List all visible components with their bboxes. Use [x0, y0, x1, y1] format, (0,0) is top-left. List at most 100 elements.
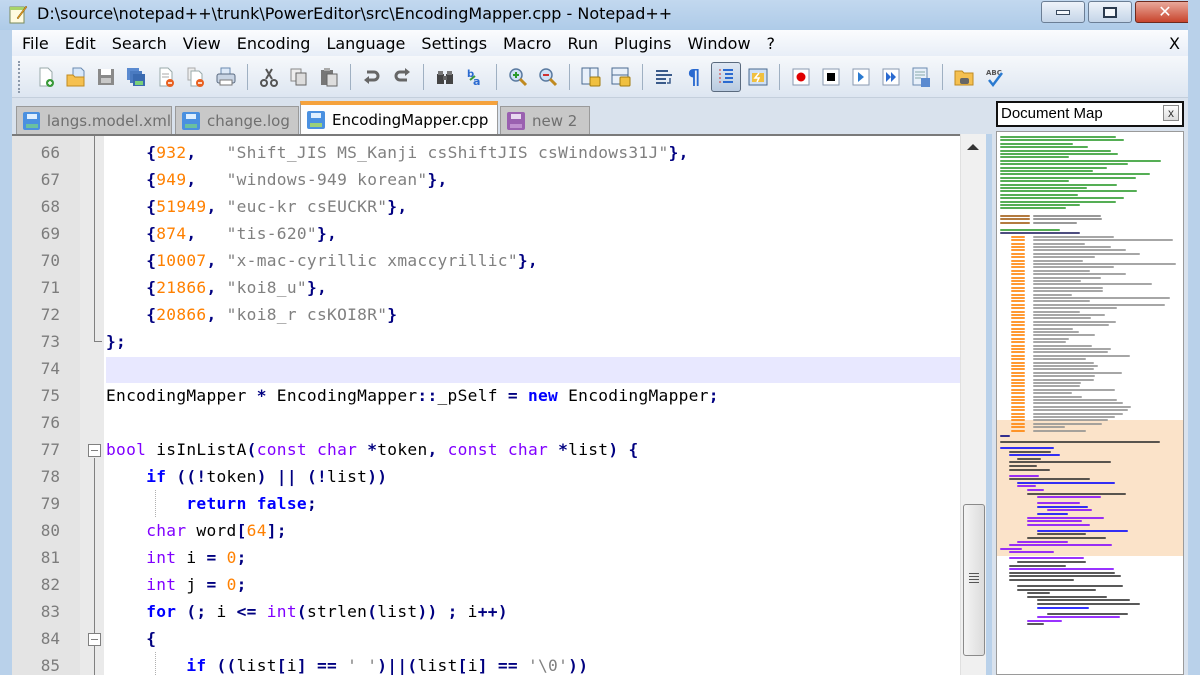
minimap-line: [1000, 193, 1079, 196]
menu-view[interactable]: View: [175, 34, 229, 53]
code-line[interactable]: 66 {932, "Shift_JIS MS_Kanji csShiftJIS …: [12, 139, 960, 166]
minimap-line: [1011, 388, 1025, 391]
indent-guide-icon: [719, 68, 733, 85]
document-map-preview[interactable]: [996, 131, 1184, 675]
minimap-line: [1011, 273, 1025, 276]
cut-button[interactable]: [256, 64, 282, 90]
tab-langs-model-xml[interactable]: langs.model.xml: [16, 106, 172, 134]
fold-toggle-icon[interactable]: [88, 444, 101, 457]
menu-plugins[interactable]: Plugins: [606, 34, 679, 53]
udl-button[interactable]: [745, 64, 771, 90]
fold-toggle-icon[interactable]: [88, 633, 101, 646]
menu-run[interactable]: Run: [559, 34, 606, 53]
scrollbar-thumb[interactable]: [963, 504, 985, 656]
macro-record-button[interactable]: [788, 64, 814, 90]
menu-file[interactable]: File: [12, 34, 57, 53]
menu-window[interactable]: Window: [679, 34, 758, 53]
menu-macro[interactable]: Macro: [495, 34, 559, 53]
minimap-line: [1011, 365, 1025, 367]
menu-search[interactable]: Search: [104, 34, 175, 53]
show-all-chars-button[interactable]: ¶: [681, 64, 707, 90]
minimap-line: [1037, 606, 1089, 609]
code-token: ): [256, 467, 267, 486]
sync-vertical-button[interactable]: [578, 64, 604, 90]
line-number: 82: [40, 575, 60, 594]
thumb-grip-icon: [969, 573, 979, 585]
code-line[interactable]: 73};: [12, 328, 960, 355]
undo-button[interactable]: [359, 64, 385, 90]
code-line[interactable]: 74: [12, 355, 960, 383]
code-line[interactable]: 81 int i = 0;: [12, 544, 960, 571]
minimap-line: [1011, 290, 1025, 293]
code-line[interactable]: 77 bool isInListA(const char *token, cons…: [12, 436, 960, 463]
save-button[interactable]: [93, 64, 119, 90]
code-lines[interactable]: 66 {932, "Shift_JIS MS_Kanji csShiftJIS …: [12, 139, 960, 675]
close-all-button[interactable]: [183, 64, 209, 90]
code-line[interactable]: 76: [12, 409, 960, 436]
minimize-icon: [1056, 9, 1070, 15]
copy-button[interactable]: [286, 64, 312, 90]
vertical-scrollbar[interactable]: [960, 134, 986, 675]
find-button[interactable]: [432, 64, 458, 90]
replace-button[interactable]: ba: [462, 64, 488, 90]
macro-save-button[interactable]: [908, 64, 934, 90]
code-line[interactable]: 69 {874, "tis-620"},: [12, 220, 960, 247]
code-token: },: [668, 143, 689, 162]
indent-guide-button[interactable]: [711, 61, 741, 92]
code-line[interactable]: 75 EncodingMapper * EncodingMapper::_pSel…: [12, 382, 960, 409]
menu-settings[interactable]: Settings: [413, 34, 495, 53]
toolbar-grip[interactable]: [18, 60, 21, 93]
open-file-button[interactable]: [63, 64, 89, 90]
code-token: ;: [708, 386, 719, 405]
plugin-button[interactable]: [951, 64, 977, 90]
minimap-line: [1027, 520, 1083, 523]
code-token: i: [467, 656, 478, 675]
minimap-line: [1033, 221, 1077, 224]
code-line[interactable]: 84 {: [12, 625, 960, 652]
document-map-close-button[interactable]: x: [1163, 105, 1179, 121]
close-window-button[interactable]: ✕: [1135, 1, 1195, 23]
code-line[interactable]: 71 {21866, "koi8_u"},: [12, 274, 960, 301]
macro-play-button[interactable]: [848, 64, 874, 90]
tab-change-log[interactable]: change.log: [175, 106, 299, 134]
zoom-in-button[interactable]: [505, 64, 531, 90]
menu-edit[interactable]: Edit: [57, 34, 104, 53]
menu-language[interactable]: Language: [318, 34, 413, 53]
word-wrap-button[interactable]: [651, 64, 677, 90]
code-token: {: [146, 143, 157, 162]
open-folder-icon: [66, 67, 85, 86]
code-token: false: [256, 494, 307, 513]
code-line[interactable]: 68 {51949, "euc-kr csEUCKR"},: [12, 193, 960, 220]
tab-encodingmapper-cpp[interactable]: EncodingMapper.cpp: [300, 101, 498, 134]
paste-button[interactable]: [316, 64, 342, 90]
macro-stop-button[interactable]: [818, 64, 844, 90]
maximize-button[interactable]: [1088, 1, 1132, 23]
new-file-button[interactable]: [33, 64, 59, 90]
save-icon: [98, 68, 114, 85]
code-line[interactable]: 72 {20866, "koi8_r csKOI8R"}: [12, 301, 960, 328]
menu-encoding[interactable]: Encoding: [229, 34, 319, 53]
close-file-button[interactable]: [153, 64, 179, 90]
save-all-button[interactable]: [123, 64, 149, 90]
spell-check-button[interactable]: ABC: [981, 64, 1007, 90]
macro-run-multiple-button[interactable]: [878, 64, 904, 90]
code-editor[interactable]: 66 {932, "Shift_JIS MS_Kanji csShiftJIS …: [12, 134, 960, 675]
sync-horizontal-button[interactable]: [608, 64, 634, 90]
scroll-up-arrow-icon[interactable]: [967, 144, 979, 150]
zoom-out-button[interactable]: [535, 64, 561, 90]
code-token: char: [146, 521, 187, 540]
code-line[interactable]: 80 char word[64];: [12, 517, 960, 544]
minimize-button[interactable]: [1041, 1, 1085, 23]
minimap-line: [1011, 402, 1025, 405]
redo-button[interactable]: [389, 64, 415, 90]
tab-new-2[interactable]: new 2: [500, 106, 590, 134]
code-line[interactable]: 83 for (; i <= int(strlen(list)) ; i++): [12, 598, 960, 625]
code-line[interactable]: 70 {10007, "x-mac-cyrillic xmaccyrillic"…: [12, 247, 960, 274]
minimap-line: [1011, 422, 1025, 425]
menu-help[interactable]: ?: [759, 34, 784, 53]
code-line[interactable]: 67 {949, "windows-949 korean"},: [12, 166, 960, 193]
code-line[interactable]: 82 int j = 0;: [12, 571, 960, 598]
code-line[interactable]: 78 if ((!token) || (!list)): [12, 463, 960, 490]
print-button[interactable]: [213, 64, 239, 90]
